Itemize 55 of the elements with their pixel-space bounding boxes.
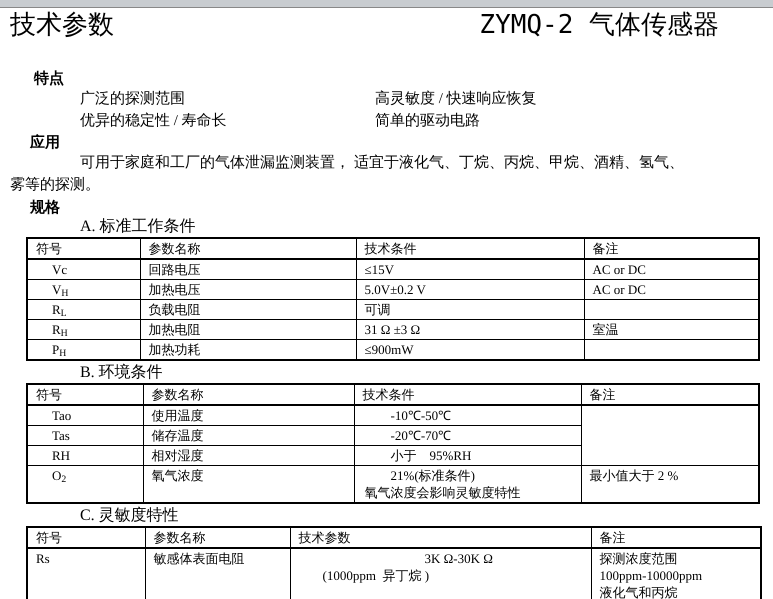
- table-cell-text: 探测浓度范围: [600, 550, 678, 567]
- table-cell: Vc: [27, 259, 140, 280]
- table-cell: R$_{L}$: [27, 300, 140, 320]
- feature-text: 高灵敏度 / 快速响应恢复: [375, 89, 537, 109]
- table-cell-text: AC or DC: [592, 281, 646, 298]
- table-cell: Tao: [27, 405, 143, 426]
- feature-text: 简单的驱动电路: [375, 112, 480, 131]
- table-cell: 回路电压: [140, 259, 356, 280]
- column-header: 符号: [27, 384, 143, 405]
- table-cell-text: 31 Ω ±3 Ω: [364, 321, 420, 338]
- section-heading: 特点: [34, 68, 65, 88]
- table-cell-text: ≤15V: [364, 261, 394, 278]
- product-title: ZYMQ-2 气体传感器: [479, 10, 719, 40]
- section-heading: 应用: [30, 132, 61, 152]
- column-header: 符号: [27, 527, 145, 548]
- table-cell-text: 最小值大于 2 %: [590, 467, 678, 484]
- feature-text: 广泛的探测范围: [80, 90, 185, 109]
- table-cell: RH: [27, 446, 143, 466]
- table-cell-text: 小于 95%RH: [390, 447, 472, 464]
- table-cell-text: 液化气和丙烷: [600, 584, 678, 599]
- table-cell: 加热电阻: [140, 320, 356, 340]
- column-header: 参数名称: [140, 238, 356, 259]
- table-cell-text: 氧气浓度会影响灵敏度特性: [364, 484, 520, 501]
- table-cell: 储存温度: [143, 426, 354, 446]
- column-header: 参数名称: [143, 384, 354, 405]
- column-header: 技术条件: [354, 384, 581, 405]
- table-cell-text: 21%(标准条件): [390, 467, 475, 484]
- table-cell-text: ≤900mW: [364, 341, 414, 358]
- table-cell-text: 室温: [592, 321, 618, 338]
- table-title: C. 灵敏度特性: [80, 506, 179, 526]
- table-cell-text: 可调: [364, 301, 390, 318]
- section-heading: 规格: [30, 197, 61, 217]
- table-cell-text: 5.0V±0.2 V: [364, 281, 426, 298]
- table-cell-text: (1000ppm 异丁烷 ): [322, 567, 430, 584]
- table-cell-text: 3K Ω-30K Ω: [424, 550, 493, 567]
- column-header: 符号: [27, 238, 140, 259]
- table-cell: 使用温度: [143, 405, 354, 426]
- table-cell: Tas: [27, 426, 143, 446]
- table-cell: 加热电压: [140, 280, 356, 300]
- column-header: 技术参数: [290, 527, 591, 548]
- application-paragraph: 可用于家庭和工厂的气体泄漏监测装置， 适宜于液化气、丁烷、丙烷、甲烷、酒精、氢气、 雾等的探测。: [10, 153, 685, 195]
- table-cell: R$_{H}$: [27, 320, 140, 340]
- table-title: A. 标准工作条件: [80, 217, 196, 237]
- table-cell: 负载电阻: [140, 300, 356, 320]
- feature-text: 优异的稳定性 / 寿命长: [80, 111, 227, 131]
- table-cell: 相对湿度: [143, 446, 354, 466]
- page-title: 技术参数: [10, 10, 114, 40]
- table-cell-text: 100ppm-10000ppm: [600, 567, 702, 584]
- table-cell-text: AC or DC: [592, 261, 646, 278]
- column-header: 技术条件: [356, 238, 584, 259]
- table-cell-text: -10℃-50℃: [390, 407, 452, 424]
- table-cell-text: -20℃-70℃: [390, 427, 452, 444]
- table-cell: V$_{H}$: [27, 280, 140, 300]
- column-header: 参数名称: [145, 527, 290, 548]
- table-title: B. 环境条件: [80, 363, 163, 383]
